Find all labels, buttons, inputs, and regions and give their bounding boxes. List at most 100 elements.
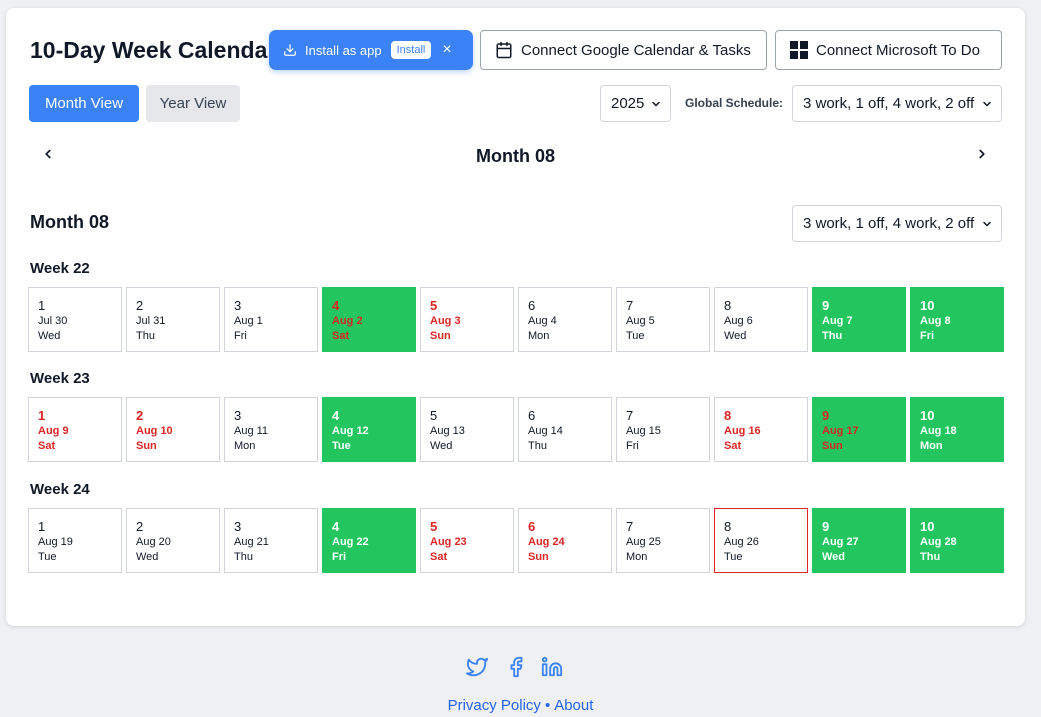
day-cell[interactable]: 3 Aug 1 Fri	[224, 287, 318, 352]
day-date: Aug 27	[822, 536, 859, 548]
day-cell[interactable]: 5 Aug 3 Sun	[420, 287, 514, 352]
month-schedule-value: 3 work, 1 off, 4 work, 2 off	[803, 215, 975, 232]
day-cell[interactable]: 8 Aug 26 Tue	[714, 508, 808, 573]
connect-microsoft-button[interactable]: Connect Microsoft To Do	[775, 30, 1002, 70]
year-select[interactable]: 2025	[600, 85, 671, 122]
day-weekday: Fri	[332, 551, 347, 563]
connect-google-button[interactable]: Connect Google Calendar & Tasks	[480, 30, 767, 70]
day-date: Aug 4	[528, 315, 557, 327]
day-number: 3	[234, 519, 242, 534]
day-cell[interactable]: 9 Aug 17 Sun	[812, 397, 906, 462]
day-number: 1	[38, 519, 46, 534]
day-weekday: Mon	[920, 440, 943, 452]
global-schedule-label: Global Schedule:	[685, 96, 784, 110]
chevron-down-icon	[652, 101, 660, 106]
global-schedule-select[interactable]: 3 work, 1 off, 4 work, 2 off	[792, 85, 1002, 122]
day-number: 5	[430, 408, 438, 423]
day-cell[interactable]: 2 Jul 31 Thu	[126, 287, 220, 352]
day-cell[interactable]: 8 Aug 6 Wed	[714, 287, 808, 352]
week-title: Week 23	[30, 370, 90, 387]
day-number: 9	[822, 519, 830, 534]
next-month-button[interactable]	[975, 145, 989, 168]
day-cell[interactable]: 4 Aug 22 Fri	[322, 508, 416, 573]
privacy-policy-link[interactable]: Privacy Policy	[448, 697, 541, 714]
tab-year-view[interactable]: Year View	[146, 85, 240, 122]
day-cell[interactable]: 7 Aug 25 Mon	[616, 508, 710, 573]
facebook-link[interactable]	[505, 656, 527, 678]
day-cell[interactable]: 4 Aug 2 Sat	[322, 287, 416, 352]
day-cell[interactable]: 6 Aug 14 Thu	[518, 397, 612, 462]
month-section-title: Month 08	[30, 212, 109, 232]
day-cell[interactable]: 4 Aug 12 Tue	[322, 397, 416, 462]
day-date: Aug 2	[332, 315, 363, 327]
day-number: 4	[332, 408, 340, 423]
day-number: 3	[234, 408, 242, 423]
linkedin-link[interactable]	[541, 656, 563, 678]
day-weekday: Sun	[528, 551, 549, 563]
global-schedule-value: 3 work, 1 off, 4 work, 2 off	[803, 95, 975, 112]
day-date: Aug 24	[528, 536, 565, 548]
day-weekday: Mon	[626, 551, 648, 563]
day-date: Jul 30	[38, 315, 68, 327]
day-cell[interactable]: 10 Aug 28 Thu	[910, 508, 1004, 573]
day-date: Aug 23	[430, 536, 467, 548]
day-number: 4	[332, 519, 340, 534]
day-weekday: Mon	[528, 330, 550, 342]
windows-icon	[790, 41, 808, 59]
tab-month-view[interactable]: Month View	[29, 85, 139, 122]
day-cell[interactable]: 1 Aug 19 Tue	[28, 508, 122, 573]
day-weekday: Thu	[234, 551, 253, 563]
day-cell[interactable]: 1 Aug 9 Sat	[28, 397, 122, 462]
day-cell[interactable]: 6 Aug 24 Sun	[518, 508, 612, 573]
install-app-banner[interactable]: Install as app Install ×	[269, 30, 473, 70]
day-cell[interactable]: 3 Aug 11 Mon	[224, 397, 318, 462]
day-weekday: Fri	[234, 330, 247, 342]
day-cell[interactable]: 7 Aug 5 Tue	[616, 287, 710, 352]
day-cell[interactable]: 5 Aug 13 Wed	[420, 397, 514, 462]
day-date: Aug 18	[920, 425, 957, 437]
day-cell[interactable]: 10 Aug 18 Mon	[910, 397, 1004, 462]
day-date: Aug 17	[822, 425, 859, 437]
day-date: Aug 21	[234, 536, 269, 548]
day-weekday: Tue	[38, 551, 57, 563]
day-cell[interactable]: 9 Aug 27 Wed	[812, 508, 906, 573]
twitter-link[interactable]	[466, 656, 488, 678]
day-cell[interactable]: 6 Aug 4 Mon	[518, 287, 612, 352]
day-number: 2	[136, 408, 144, 423]
current-month-label: Month 08	[476, 146, 555, 166]
month-schedule-select[interactable]: 3 work, 1 off, 4 work, 2 off	[792, 205, 1002, 242]
day-number: 10	[920, 408, 935, 423]
week-title: Week 22	[30, 260, 90, 277]
day-cell[interactable]: 1 Jul 30 Wed	[28, 287, 122, 352]
day-weekday: Wed	[38, 330, 61, 342]
day-date: Aug 25	[626, 536, 661, 548]
day-date: Aug 14	[528, 425, 563, 437]
calendar-card: 10-Day Week Calendar Install as app Inst…	[6, 8, 1025, 626]
day-cell[interactable]: 9 Aug 7 Thu	[812, 287, 906, 352]
day-weekday: Sun	[822, 440, 843, 452]
day-cell[interactable]: 10 Aug 8 Fri	[910, 287, 1004, 352]
day-cell[interactable]: 7 Aug 15 Fri	[616, 397, 710, 462]
day-cell[interactable]: 5 Aug 23 Sat	[420, 508, 514, 573]
day-cell[interactable]: 3 Aug 21 Thu	[224, 508, 318, 573]
day-cell[interactable]: 2 Aug 10 Sun	[126, 397, 220, 462]
day-cell[interactable]: 8 Aug 16 Sat	[714, 397, 808, 462]
day-weekday: Tue	[332, 440, 351, 452]
about-link[interactable]: About	[554, 697, 593, 714]
day-number: 7	[626, 298, 634, 313]
day-number: 8	[724, 298, 732, 313]
day-number: 9	[822, 408, 830, 423]
day-number: 10	[920, 519, 935, 534]
day-number: 3	[234, 298, 242, 313]
twitter-icon	[466, 657, 488, 677]
day-date: Aug 12	[332, 425, 369, 437]
day-date: Aug 6	[724, 315, 753, 327]
day-date: Aug 8	[920, 315, 951, 327]
day-cell[interactable]: 2 Aug 20 Wed	[126, 508, 220, 573]
close-icon[interactable]: ×	[442, 42, 451, 58]
day-weekday: Thu	[136, 330, 155, 342]
day-weekday: Thu	[920, 551, 941, 563]
week-title: Week 24	[30, 481, 90, 498]
install-button[interactable]: Install	[390, 41, 432, 59]
day-number: 8	[724, 519, 732, 534]
